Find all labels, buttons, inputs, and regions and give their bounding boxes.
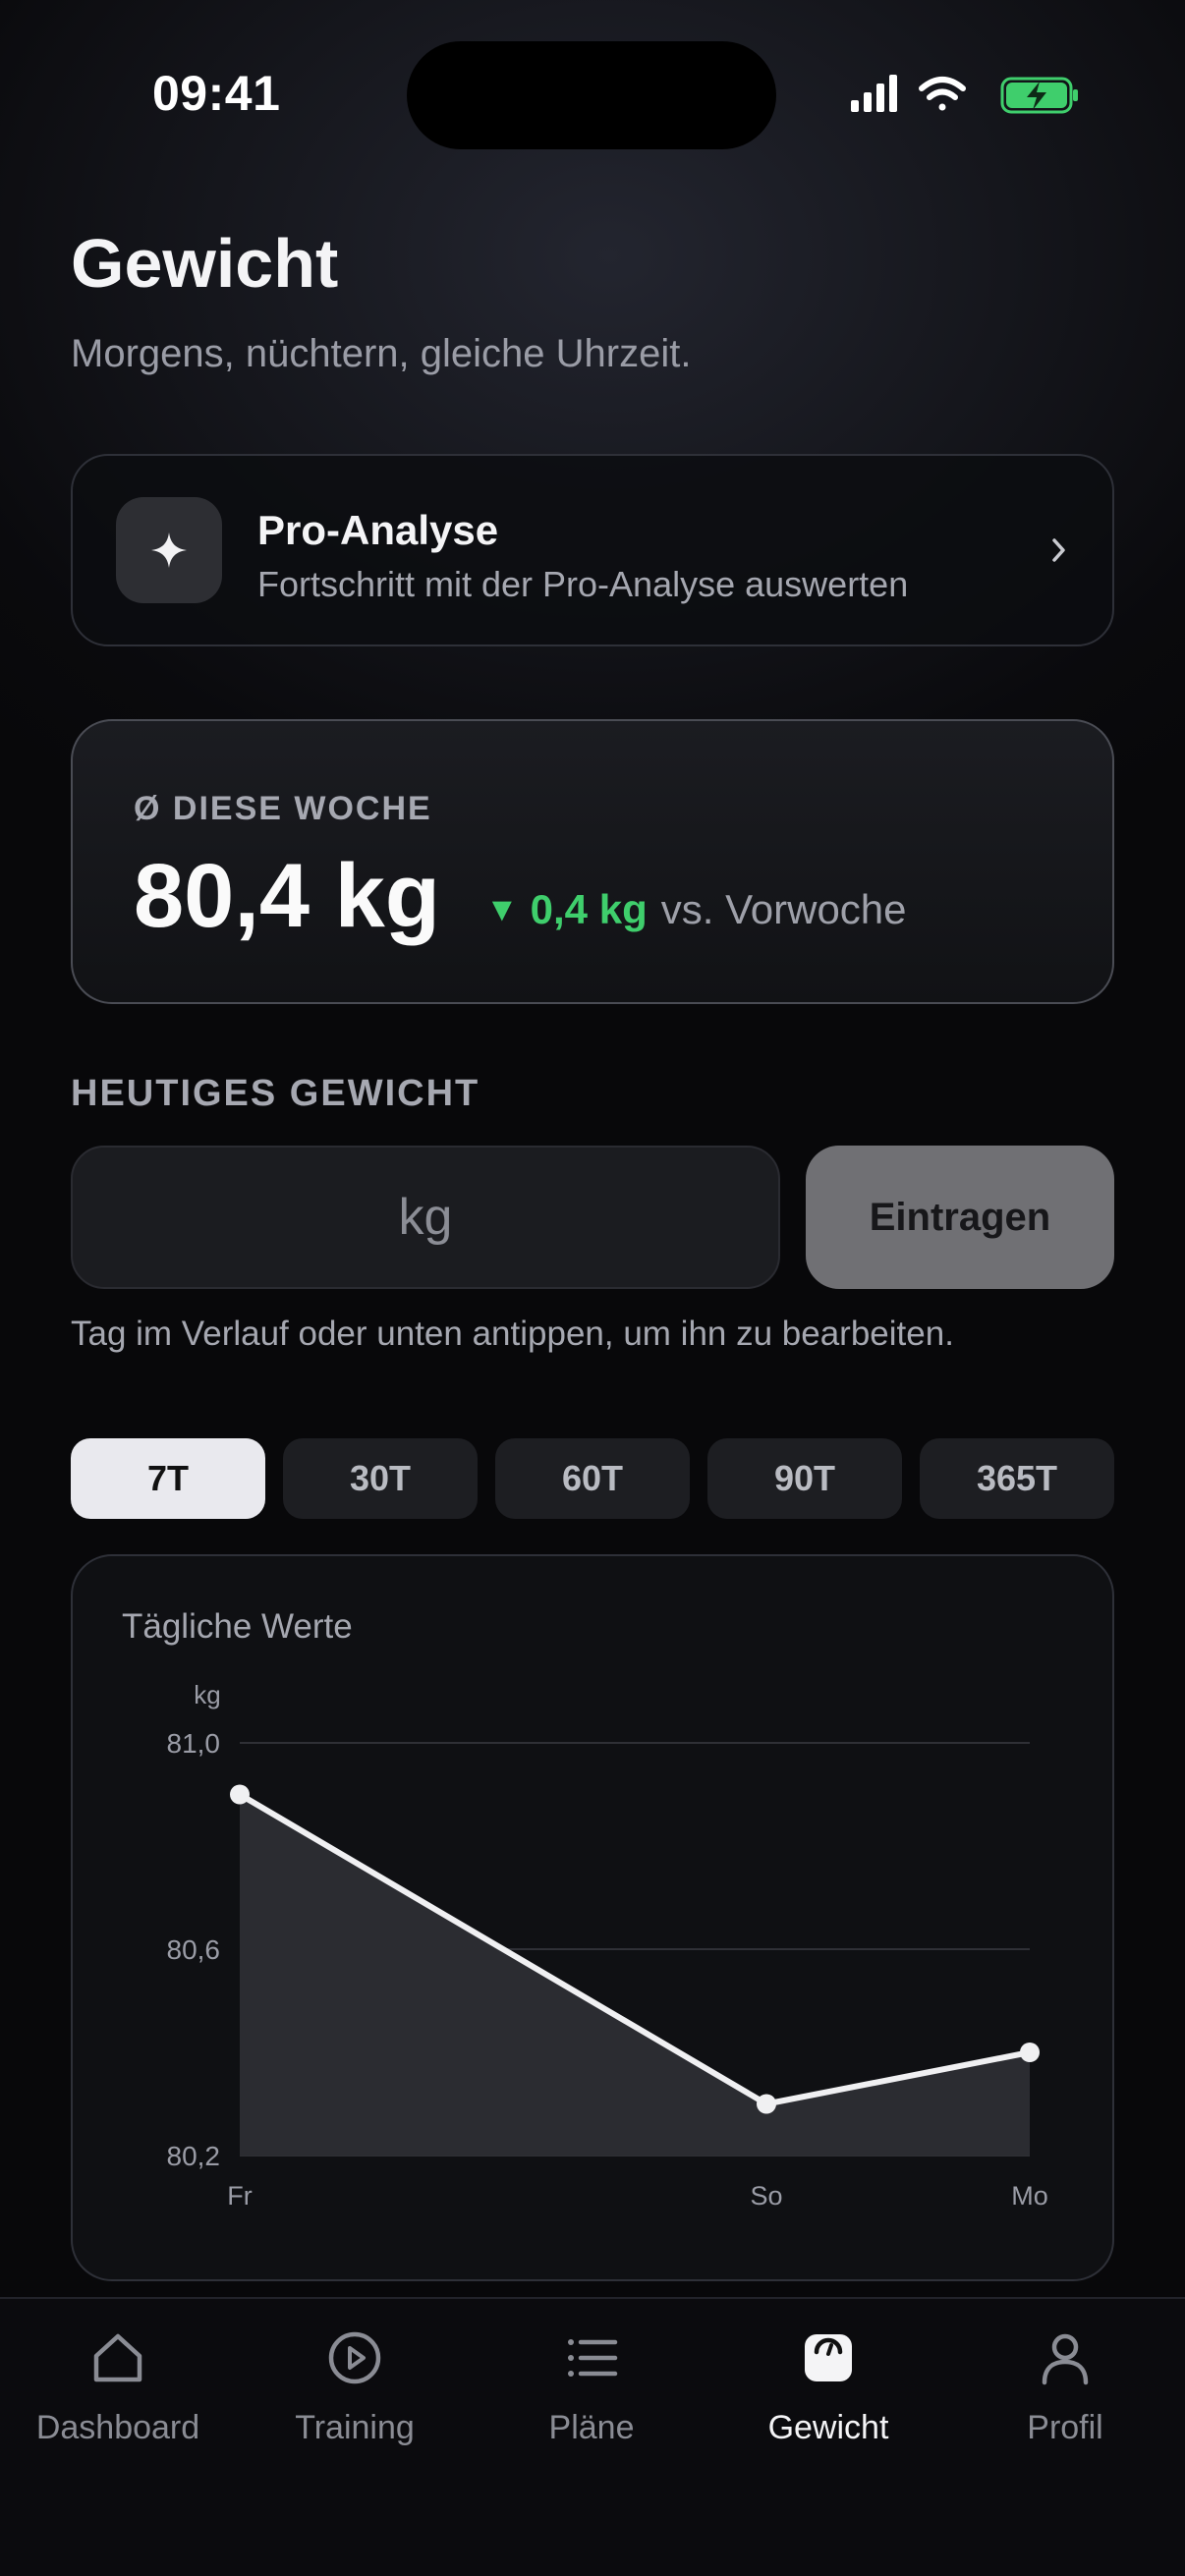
bottom-navigation: Dashboard Training Pläne Gewicht Profil [0,2297,1185,2576]
battery-icon [1000,77,1078,114]
range-tab-365t[interactable]: 365T [920,1438,1114,1519]
range-tabs: 7T 30T 60T 90T 365T [71,1438,1114,1519]
y-tick-label: 80,2 [167,2141,221,2171]
todays-weight-label: HEUTIGES GEWICHT [71,1073,480,1114]
nav-dashboard[interactable]: Dashboard [0,2326,236,2447]
weekly-delta: ▼ 0,4 kg vs. Vorwoche [485,886,907,933]
sparkle-icon [151,532,187,568]
y-tick-label: 81,0 [167,1728,221,1759]
dynamic-island [407,41,776,149]
range-tab-7t[interactable]: 7T [71,1438,265,1519]
chevron-right-icon [1052,538,1065,562]
data-point[interactable] [757,2094,776,2114]
nav-training[interactable]: Training [237,2326,473,2447]
range-tab-60t[interactable]: 60T [495,1438,690,1519]
person-icon [1042,2333,1089,2385]
data-point[interactable] [230,1784,250,1805]
play-circle-icon [328,2331,381,2384]
weekly-delta-value: 0,4 kg [530,886,648,932]
x-tick-label: Mo [1011,2181,1048,2211]
weight-input[interactable] [71,1146,780,1289]
nav-profil[interactable]: Profil [947,2326,1183,2447]
scale-icon [805,2334,852,2381]
status-icons [851,75,1078,114]
daily-values-chart-card: Tägliche Werte kg 81,0 80,6 80,2 Fr So Mo [71,1554,1114,2281]
wifi-icon [919,77,966,111]
weight-chart: kg 81,0 80,6 80,2Fr So Mo [167,1680,1048,2211]
pro-analysis-subtitle: Fortschritt mit der Pro-Analyse auswerte… [257,564,909,604]
weekly-average-label: Ø DIESE WOCHE [134,790,432,827]
y-tick-label: 80,6 [167,1934,221,1965]
nav-label-profil: Profil [1027,2409,1103,2446]
nav-label-training: Training [295,2409,415,2446]
pro-analysis-card[interactable]: Pro-Analyse Fortschritt mit der Pro-Anal… [71,454,1114,646]
home-icon [93,2333,142,2382]
range-tab-30t[interactable]: 30T [283,1438,478,1519]
page-subtitle: Morgens, nüchtern, gleiche Uhrzeit. [71,332,692,375]
signal-icon [851,75,897,112]
x-tick-label: Fr [227,2181,252,2211]
x-tick-label: So [750,2181,782,2211]
nav-label-dashboard: Dashboard [35,2409,200,2446]
list-icon [568,2339,618,2377]
y-axis-unit: kg [194,1680,220,1709]
down-arrow-icon: ▼ [485,890,519,928]
nav-label-gewicht: Gewicht [767,2409,889,2446]
weekly-average-value: 80,4 kg [134,846,440,946]
range-tab-90t[interactable]: 90T [707,1438,902,1519]
nav-plaene[interactable]: Pläne [474,2326,709,2447]
edit-hint: Tag im Verlauf oder unten antippen, um i… [71,1315,954,1353]
data-point[interactable] [1020,2043,1040,2062]
page-title: Gewicht [71,225,339,302]
pro-analysis-title: Pro-Analyse [257,507,499,553]
nav-label-plaene: Pläne [548,2409,635,2446]
chart-area-fill [240,1794,1030,2156]
submit-weight-button[interactable]: Eintragen [806,1146,1114,1289]
nav-gewicht[interactable]: Gewicht [710,2326,946,2447]
pro-icon-box [116,497,222,603]
weekly-average-card: Ø DIESE WOCHE 80,4 kg ▼ 0,4 kg vs. Vorwo… [71,719,1114,1004]
weekly-delta-suffix: vs. Vorwoche [660,886,907,932]
status-time: 09:41 [152,66,281,121]
